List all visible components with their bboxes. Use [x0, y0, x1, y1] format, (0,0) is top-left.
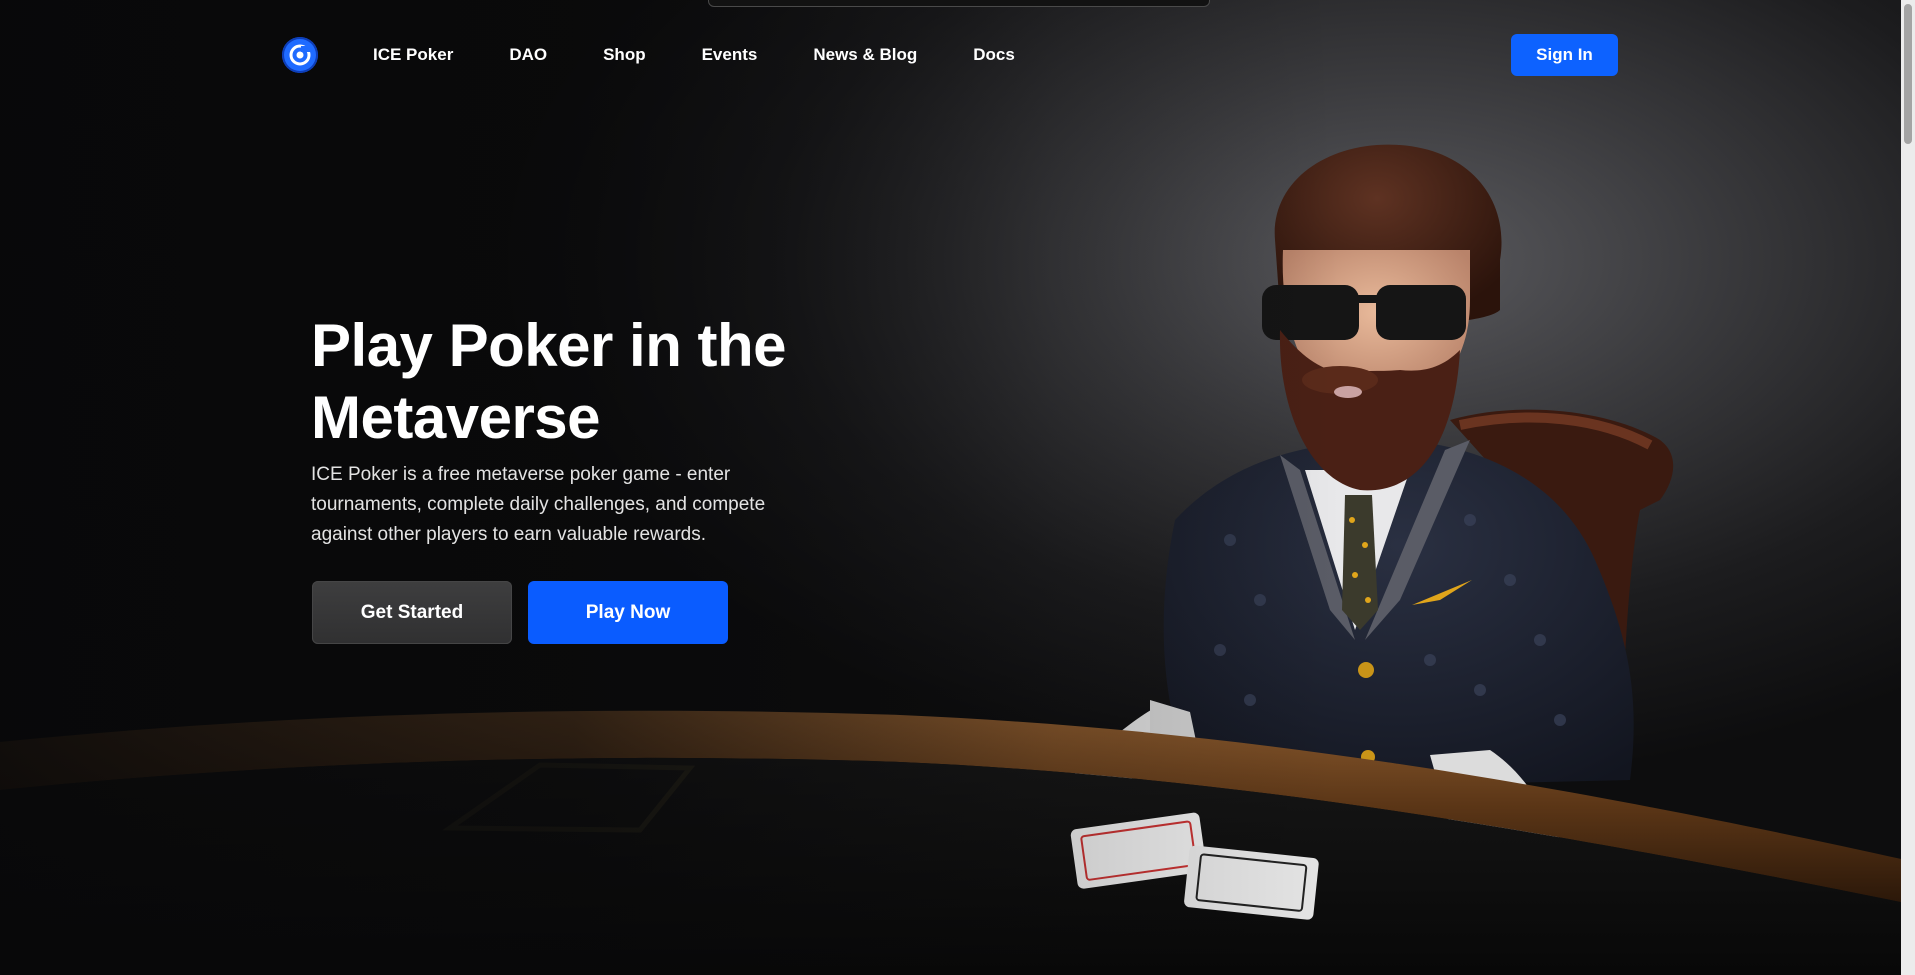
nav-links: ICE Poker DAO Shop Events News & Blog Do… — [373, 34, 1071, 76]
nav-link-ice-poker[interactable]: ICE Poker — [373, 45, 453, 65]
nav-link-shop[interactable]: Shop — [603, 45, 646, 65]
hero-scene-illustration — [0, 144, 1915, 975]
nav-link-news-blog[interactable]: News & Blog — [813, 45, 917, 65]
hero-left-shade — [0, 0, 1915, 975]
sign-in-button[interactable]: Sign In — [1511, 34, 1618, 76]
page: ICE Poker DAO Shop Events News & Blog Do… — [0, 0, 1915, 975]
ice-poker-logo-icon[interactable] — [282, 37, 318, 73]
get-started-button[interactable]: Get Started — [312, 581, 512, 644]
hero-description: ICE Poker is a free metaverse poker game… — [311, 464, 766, 545]
play-now-button[interactable]: Play Now — [528, 581, 728, 644]
nav-link-dao[interactable]: DAO — [509, 45, 547, 65]
top-navigation: ICE Poker DAO Shop Events News & Blog Do… — [282, 34, 1618, 76]
scrollbar-thumb[interactable] — [1904, 4, 1912, 144]
nav-link-docs[interactable]: Docs — [973, 45, 1015, 65]
hero-title: Play Poker in the Metaverse — [311, 312, 787, 451]
logo-mark-icon — [289, 44, 311, 66]
nav-link-events[interactable]: Events — [702, 45, 758, 65]
page-scrollbar[interactable] — [1901, 0, 1915, 975]
top-edge-bar — [708, 0, 1210, 7]
